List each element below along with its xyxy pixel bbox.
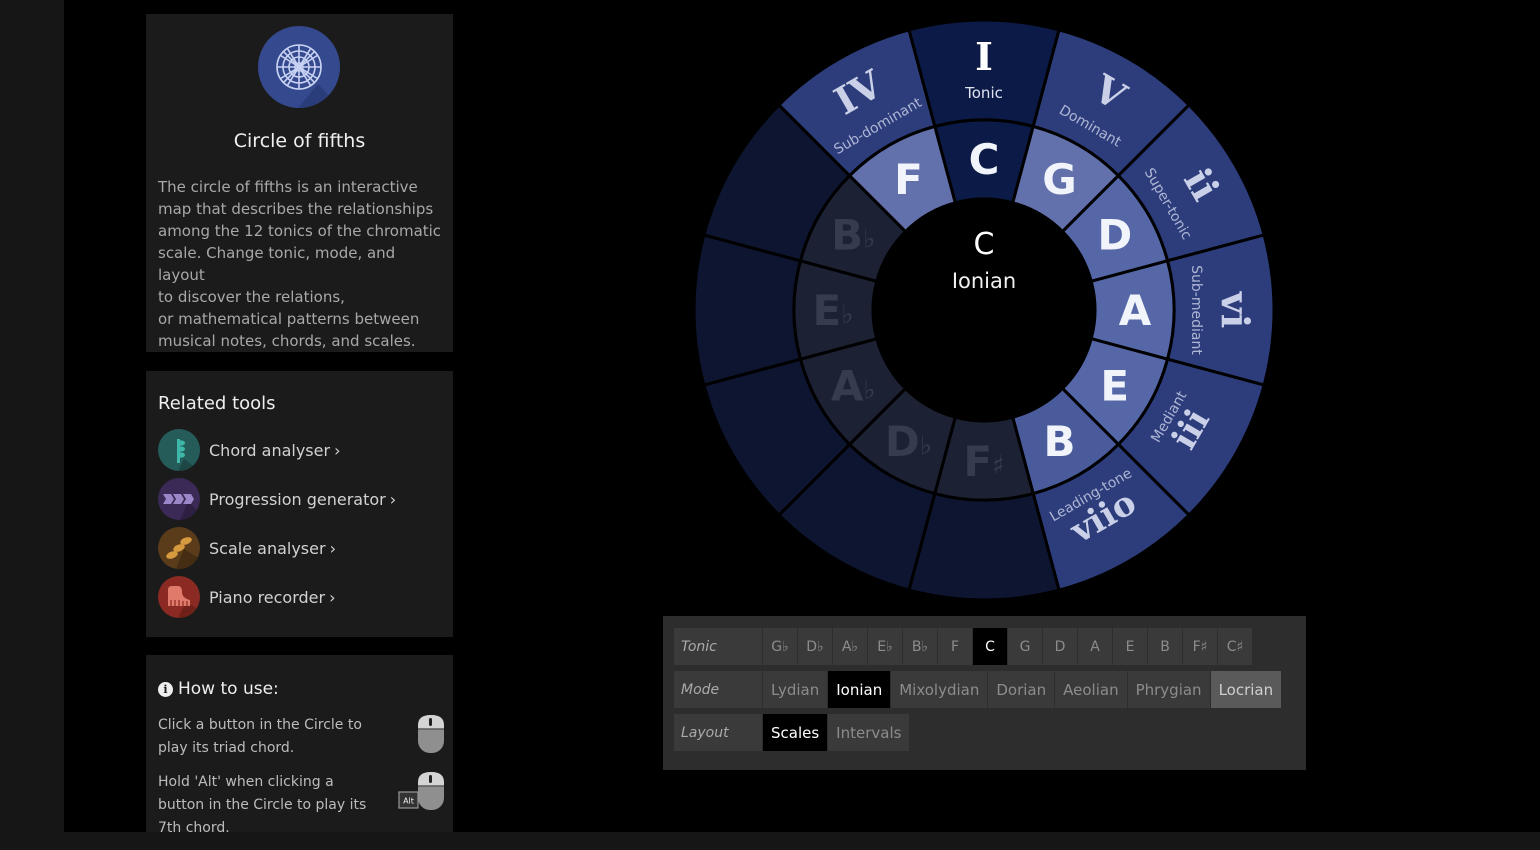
mode-label: Mode [674, 671, 762, 708]
degree-numeral: I [975, 34, 993, 79]
info-icon: i [158, 681, 173, 697]
scale-analyser-link[interactable]: Scale analyser › [158, 527, 336, 569]
page-title: Circle of fifths [233, 130, 366, 152]
tonic-option-button[interactable]: G♭ [763, 628, 797, 665]
alt-mouse-click-icon: Alt [398, 772, 444, 810]
layout-row: Layout Scales Intervals [674, 714, 910, 751]
chord-analyser-icon [158, 429, 200, 471]
tonic-row: Tonic G♭ D♭ A♭ E♭ B♭ F C G D A E B F♯ C♯ [674, 628, 1252, 665]
tonic-option-button[interactable]: C [973, 628, 1007, 665]
scale-analyser-label: Scale analyser [209, 538, 326, 558]
degree-name: Tonic [964, 84, 1003, 102]
circle-of-fifths-wheel: ITonic VDominantiiSuper-tonicviSub-median… [692, 18, 1276, 602]
mode-option-button[interactable]: Ionian [828, 671, 891, 708]
how-to-use-label: How to use: [178, 679, 279, 699]
how-to-step: Click a button in the Circle to play its… [158, 714, 373, 760]
tonic-option-button[interactable]: B [1148, 628, 1182, 665]
bottom-margin [0, 832, 1540, 850]
alt-key-label: Alt [403, 797, 414, 806]
tonic-option-button[interactable]: C♯ [1218, 628, 1252, 665]
tonic-option-button[interactable]: A♭ [833, 628, 867, 665]
mode-option-button[interactable]: Mixolydian [891, 671, 988, 708]
how-to-line: play its triad chord. [158, 740, 295, 756]
tonic-option-button[interactable]: D♭ [798, 628, 832, 665]
chevron-right-icon: › [389, 489, 397, 509]
mode-option-button[interactable]: Phrygian [1127, 671, 1210, 708]
description-line: to discover the relations, [158, 288, 345, 306]
mode-option-button[interactable]: Dorian [988, 671, 1055, 708]
related-tools-panel: Related tools Chord analyser › Progressio… [146, 371, 453, 637]
layout-option-button[interactable]: Scales [763, 714, 828, 751]
description-line: map that describes the relationships [158, 200, 434, 218]
how-to-use-title: i How to use: [158, 679, 279, 699]
tonic-option-button[interactable]: F♯ [1183, 628, 1217, 665]
mode-option-button[interactable]: Locrian [1210, 671, 1282, 708]
description-line: musical notes, chords, and scales. [158, 332, 416, 350]
controls-panel: Tonic G♭ D♭ A♭ E♭ B♭ F C G D A E B F♯ C♯ Mode Lydian I… [663, 616, 1306, 770]
degree-numeral: vi [1213, 291, 1258, 329]
circle-of-fifths-logo-icon [258, 26, 340, 108]
description-line: The circle of fifths is an interactive [158, 178, 418, 196]
tonic-option-button[interactable]: D [1043, 628, 1077, 665]
progression-generator-icon [158, 478, 200, 520]
piano-recorder-link[interactable]: Piano recorder › [158, 576, 336, 618]
note-label: F [894, 155, 923, 204]
mode-row: Mode Lydian Ionian Mixolydian Dorian Aeolian… [674, 671, 1282, 708]
tonic-option-button[interactable]: F [938, 628, 972, 665]
how-to-line: Click a button in the Circle to [158, 717, 362, 733]
note-label: D [1097, 211, 1132, 260]
how-to-use-panel: i How to use: Click a button in the Circ… [146, 655, 453, 832]
chevron-right-icon: › [329, 538, 336, 558]
how-to-line: Hold 'Alt' when clicking a [158, 774, 334, 790]
note-label: E [1100, 362, 1129, 411]
chevron-right-icon: › [329, 587, 336, 607]
description-line: or mathematical patterns between [158, 310, 420, 328]
chord-analyser-label: Chord analyser [209, 440, 331, 460]
progression-generator-label: Progression generator [209, 489, 386, 509]
note-label: G [1042, 155, 1076, 204]
scale-analyser-icon [158, 527, 200, 569]
how-to-line: 7th chord. [158, 820, 230, 832]
chord-analyser-link[interactable]: Chord analyser › [158, 429, 340, 471]
note-label: A [1119, 286, 1152, 335]
description-line: scale. Change tonic, mode, and layout [158, 244, 396, 284]
tonic-option-button[interactable]: G [1008, 628, 1042, 665]
progression-generator-link[interactable]: Progression generator › [158, 478, 396, 520]
tonic-option-button[interactable]: E [1113, 628, 1147, 665]
layout-option-button[interactable]: Intervals [828, 714, 910, 751]
degree-name: Sub-mediant [1188, 265, 1204, 355]
tonic-label: Tonic [674, 628, 762, 665]
layout-label: Layout [674, 714, 762, 751]
description-line: among the 12 tonics of the chromatic [158, 222, 442, 240]
related-tools-title: Related tools [158, 393, 276, 414]
mode-option-button[interactable]: Lydian [763, 671, 828, 708]
description: The circle of fifths is an interactive m… [158, 176, 443, 352]
piano-recorder-icon [158, 576, 200, 618]
how-to-step: Hold 'Alt' when clicking a button in the… [158, 771, 373, 832]
tonic-option-button[interactable]: A [1078, 628, 1112, 665]
chevron-right-icon: › [334, 440, 341, 460]
how-to-line: button in the Circle to play its [158, 797, 367, 813]
piano-recorder-label: Piano recorder [209, 587, 326, 607]
about-panel: Circle of fifths The circle of fifths is… [146, 14, 453, 352]
mode-option-button[interactable]: Aeolian [1055, 671, 1127, 708]
center-mode: Ionian [952, 269, 1016, 293]
left-margin [0, 0, 64, 850]
note-label: B [1043, 417, 1075, 466]
note-label: C [969, 135, 1000, 184]
tonic-option-button[interactable]: E♭ [868, 628, 902, 665]
center-tonic: C [974, 227, 995, 262]
tonic-option-button[interactable]: B♭ [903, 628, 937, 665]
mouse-click-icon [418, 715, 444, 753]
